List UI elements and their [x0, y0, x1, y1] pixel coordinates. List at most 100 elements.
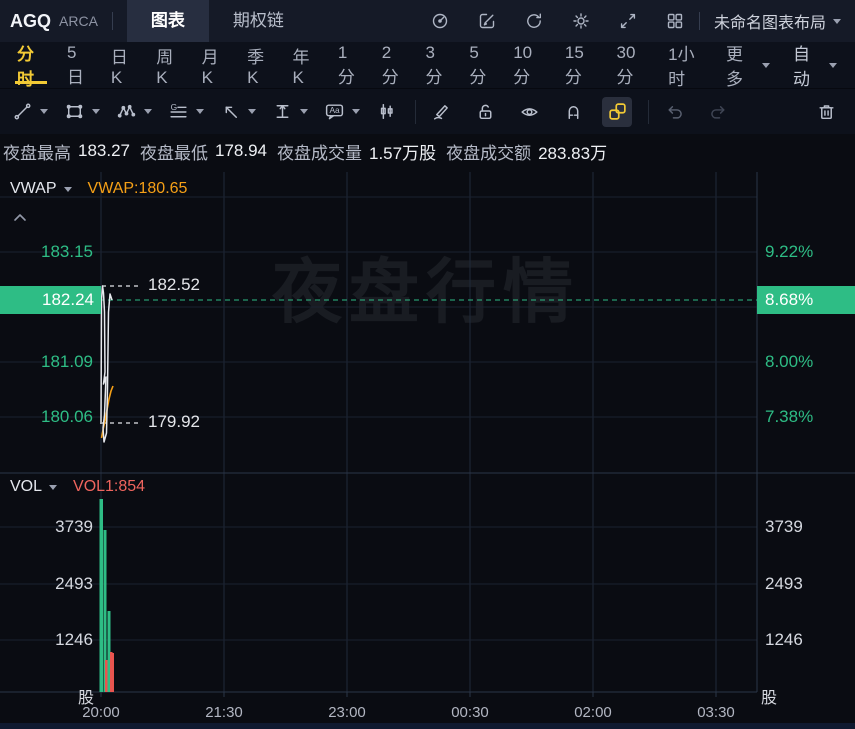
chart-area: 夜盘行情 VWAP VWAP:180.65 VOL VOL1:854 183.1… — [0, 168, 855, 729]
chevron-down-icon — [64, 187, 72, 192]
tab-option-chain[interactable]: 期权链 — [209, 0, 308, 42]
visibility-button[interactable] — [514, 97, 544, 127]
timeframe-月K[interactable]: 月K — [191, 42, 236, 88]
chevron-down-icon — [300, 109, 308, 114]
price-axis-label: 183.15 — [0, 242, 93, 262]
gauge-icon[interactable] — [430, 11, 450, 31]
top-icon-group — [430, 11, 685, 31]
chevron-down-icon — [144, 109, 152, 114]
trend-line-tool[interactable] — [12, 101, 48, 122]
layout-menu-label: 未命名图表布局 — [714, 9, 826, 33]
undo-button[interactable] — [659, 97, 689, 127]
refresh-icon[interactable] — [524, 11, 544, 31]
chevron-down-icon — [833, 19, 841, 24]
arrow-tool[interactable] — [220, 101, 256, 122]
unlock-icon — [475, 101, 496, 122]
price-marker-label: 179.92 — [148, 412, 200, 432]
chevron-down-icon — [248, 109, 256, 114]
rectangle-icon — [64, 101, 85, 122]
exchange-label: ARCA — [59, 13, 98, 29]
redo-button[interactable] — [703, 97, 733, 127]
measure-icon — [272, 101, 293, 122]
wave-pattern-icon — [116, 101, 137, 122]
drawing-toolbar: G Aa — [0, 88, 855, 134]
percent-axis-label: 9.22% — [765, 242, 813, 262]
timeframe-1分[interactable]: 1分 — [327, 42, 371, 88]
candlestick-icon — [376, 101, 397, 122]
unit-label-right: 股 — [761, 689, 777, 709]
timeframe-年K[interactable]: 年K — [281, 42, 326, 88]
arrow-icon — [220, 101, 241, 122]
gann-lines-tool[interactable]: G — [168, 101, 204, 122]
shape-tool[interactable] — [64, 101, 100, 122]
divider — [112, 12, 113, 30]
auto-scale-button[interactable]: 自动 — [781, 40, 849, 90]
time-axis-label: 23:00 — [317, 703, 377, 723]
edit-icon[interactable] — [477, 11, 497, 31]
grid-layout-icon[interactable] — [665, 11, 685, 31]
timeframe-2分[interactable]: 2分 — [371, 42, 415, 88]
timeframe-季K[interactable]: 季K — [236, 42, 281, 88]
settings-gear-icon[interactable] — [571, 11, 591, 31]
volume-axis-label-right: 2493 — [765, 574, 803, 594]
delete-drawings-button[interactable] — [811, 97, 841, 127]
main-indicator-row[interactable]: VWAP VWAP:180.65 — [10, 180, 187, 198]
chart-canvas[interactable] — [0, 168, 855, 729]
redo-icon — [708, 101, 729, 122]
timeframe-1小时[interactable]: 1小时 — [657, 42, 715, 88]
timeframe-10分[interactable]: 10分 — [502, 42, 554, 88]
chart-app-window: AGQ ARCA 图表 期权链 — [0, 0, 855, 729]
chevron-down-icon — [829, 63, 837, 68]
volume-axis-label: 1246 — [0, 630, 93, 650]
price-axis-label: 181.09 — [0, 352, 93, 372]
percent-axis-label: 7.38% — [765, 407, 813, 427]
layout-menu[interactable]: 未命名图表布局 — [714, 9, 841, 33]
link-charts-button[interactable] — [602, 97, 632, 127]
tab-chart[interactable]: 图表 — [127, 0, 209, 42]
chevron-down-icon — [49, 485, 57, 490]
timeframe-30分[interactable]: 30分 — [606, 42, 658, 88]
collapse-chevron-icon[interactable] — [11, 210, 29, 224]
magnet-button[interactable] — [558, 97, 588, 127]
candle-pattern-tool[interactable] — [376, 101, 397, 122]
auto-scale-label: 自动 — [793, 40, 822, 90]
timeframe-5分[interactable]: 5分 — [458, 42, 502, 88]
timeframe-3分[interactable]: 3分 — [415, 42, 459, 88]
chevron-down-icon — [352, 109, 360, 114]
timeframe-15分[interactable]: 15分 — [554, 42, 606, 88]
volume-indicator-row[interactable]: VOL VOL1:854 — [10, 478, 145, 496]
unlock-button[interactable] — [470, 97, 500, 127]
timeframe-周K[interactable]: 周K — [145, 42, 190, 88]
chevron-down-icon — [196, 109, 204, 114]
time-axis-label: 00:30 — [440, 703, 500, 723]
percent-axis-label: 8.00% — [765, 352, 813, 372]
volume-axis-label-right: 1246 — [765, 630, 803, 650]
timeframe-日K[interactable]: 日K — [100, 42, 145, 88]
main-indicator-name: VWAP — [10, 180, 57, 198]
info-label: 夜盘成交量 — [277, 139, 362, 164]
volume-axis-label: 2493 — [0, 574, 93, 594]
volume-indicator-name: VOL — [10, 478, 42, 496]
text-tool[interactable]: Aa — [324, 101, 360, 122]
magnet-icon — [563, 101, 584, 122]
info-value: 183.27 — [78, 141, 130, 161]
divider — [415, 100, 416, 124]
main-indicator-value: VWAP:180.65 — [88, 180, 188, 198]
timeframe-分时[interactable]: 分时 — [6, 42, 56, 88]
measure-tool[interactable] — [272, 101, 308, 122]
timeframe-more-button[interactable]: 更多 — [715, 40, 781, 90]
time-axis-label: 03:30 — [686, 703, 746, 723]
pattern-tool[interactable] — [116, 101, 152, 122]
time-axis-label: 21:30 — [194, 703, 254, 723]
price-axis-label: 180.06 — [0, 407, 93, 427]
top-bar: AGQ ARCA 图表 期权链 — [0, 0, 855, 42]
timeframe-5日[interactable]: 5日 — [56, 42, 100, 88]
fullscreen-icon[interactable] — [618, 11, 638, 31]
info-label: 夜盘最低 — [140, 139, 208, 164]
eye-icon — [519, 101, 540, 122]
marker-pen-button[interactable] — [426, 97, 456, 127]
symbol-label[interactable]: AGQ — [10, 11, 51, 32]
marker-pen-icon — [431, 101, 452, 122]
gann-lines-icon: G — [168, 101, 189, 122]
undo-icon — [664, 101, 685, 122]
